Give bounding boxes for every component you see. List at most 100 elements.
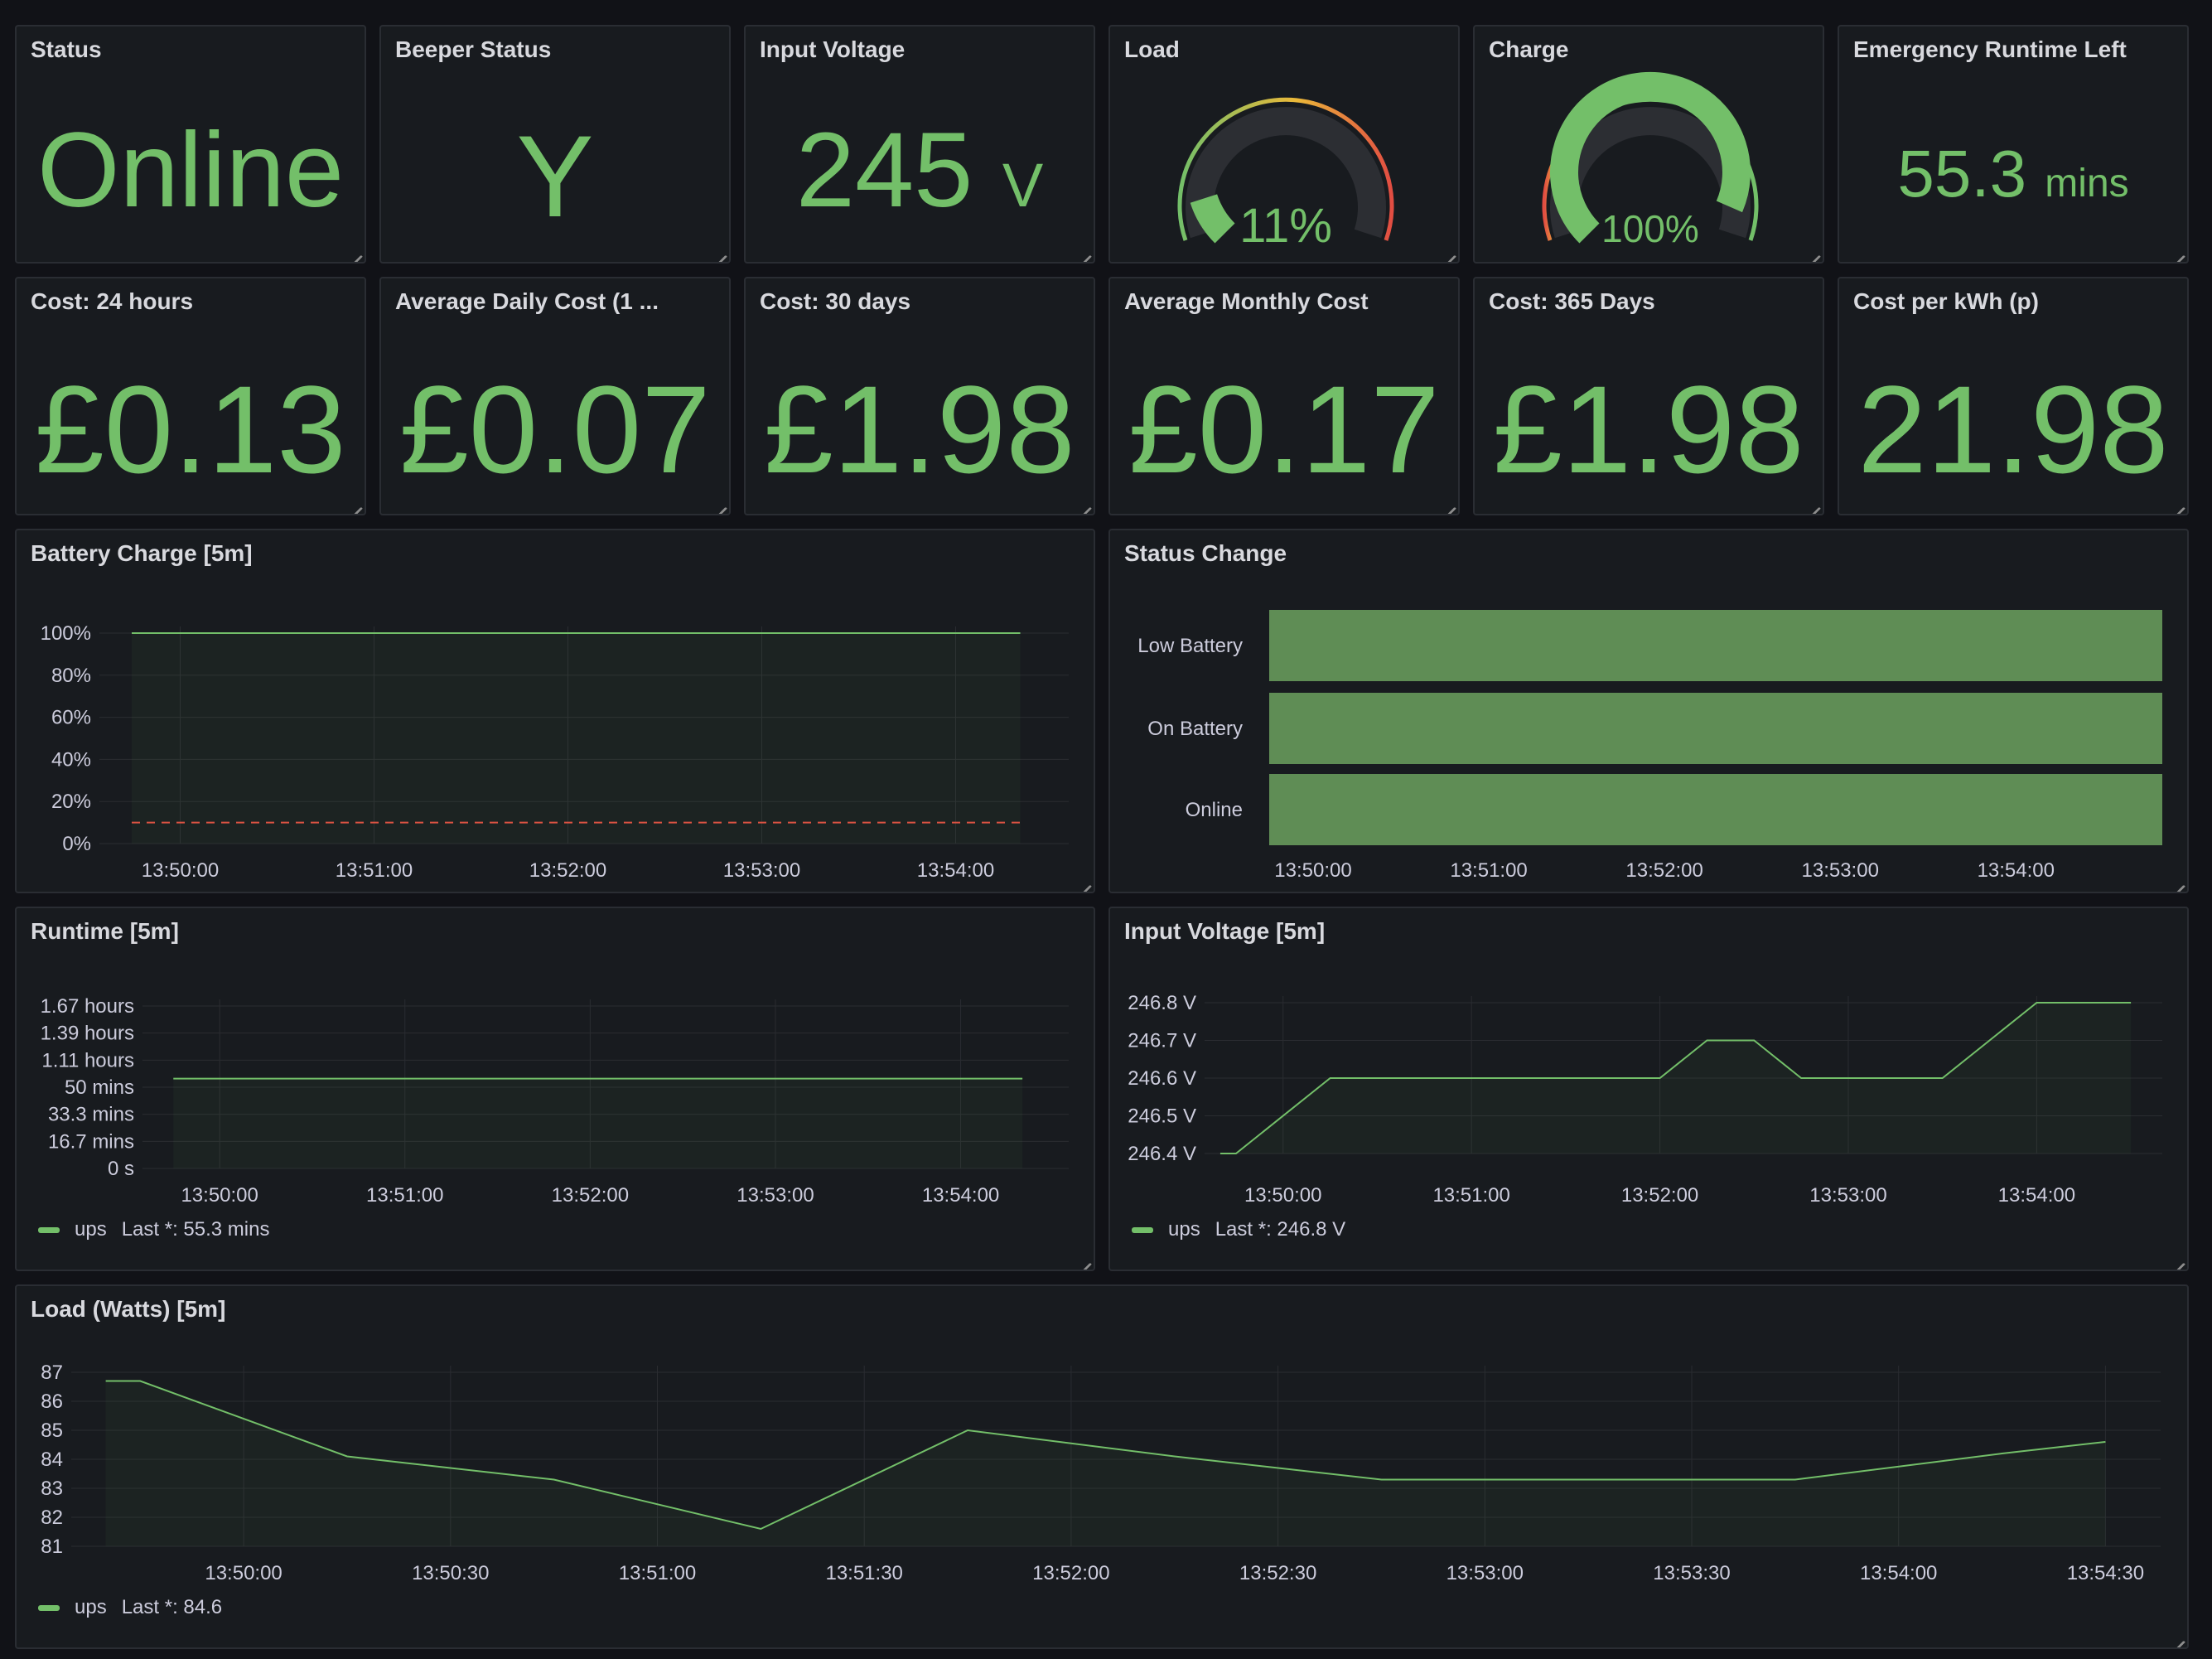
cost-24h-value: £0.13 [35, 360, 346, 499]
y-tick-label: 84 [41, 1449, 63, 1471]
y-tick-label: 83 [41, 1478, 63, 1500]
state-bar [1269, 693, 2162, 764]
input-voltage-chart-panel[interactable]: Input Voltage [5m] 246.8 V 246.7 V 246.6 V… [1108, 907, 2189, 1271]
x-tick-label: 13:50:30 [412, 1562, 489, 1584]
cost-365d-panel[interactable]: Cost: 365 Days £1.98 [1473, 277, 1824, 515]
resize-handle-icon[interactable] [2171, 245, 2184, 259]
avg-monthly-cost-panel[interactable]: Average Monthly Cost £0.17 [1108, 277, 1460, 515]
resize-handle-icon[interactable] [348, 497, 361, 510]
resize-handle-icon[interactable] [712, 245, 726, 259]
runtime-legend[interactable]: ups Last *: 55.3 mins [38, 1218, 269, 1241]
cost-per-kwh-value: 21.98 [1857, 360, 2169, 499]
resize-handle-icon[interactable] [2171, 497, 2184, 510]
legend-swatch [1132, 1226, 1153, 1233]
y-tick-label: 20% [51, 791, 91, 813]
y-tick-label: 1.11 hours [41, 1049, 134, 1071]
load-gauge-panel[interactable]: Load 11% [1108, 25, 1460, 264]
avg-monthly-cost-value: £0.17 [1128, 360, 1440, 499]
resize-handle-icon[interactable] [1077, 1253, 1090, 1266]
x-tick-label: 13:53:30 [1653, 1562, 1730, 1584]
x-tick-label: 13:54:00 [922, 1184, 999, 1207]
resize-handle-icon[interactable] [348, 245, 361, 259]
panel-title: Average Monthly Cost [1124, 288, 1369, 314]
panel-title: Cost per kWh (p) [1853, 288, 2039, 314]
charge-gauge-panel[interactable]: Charge 100% [1473, 25, 1824, 264]
x-tick-label: 13:50:00 [181, 1184, 258, 1207]
resize-handle-icon[interactable] [2171, 1631, 2184, 1644]
battery-charge-chart: 100% 80% 60% 40% 20% 0% 13:50:00 13:51:00 13:52:… [41, 622, 1069, 882]
load-gauge: 11% [1177, 97, 1394, 253]
y-tick-label: 246.8 V [1128, 992, 1196, 1014]
y-tick-label: 16.7 mins [48, 1130, 134, 1153]
resize-handle-icon[interactable] [1077, 245, 1090, 259]
x-tick-label: 13:50:00 [1274, 859, 1351, 882]
x-tick-label: 13:51:30 [825, 1562, 902, 1584]
input-voltage-stat: 245 V [746, 109, 1094, 231]
x-tick-label: 13:53:00 [1809, 1184, 1886, 1207]
load-gauge-fill [1190, 193, 1235, 244]
panel-title: Status [31, 36, 102, 62]
x-tick-label: 13:53:00 [723, 859, 800, 882]
resize-handle-icon[interactable] [2171, 1253, 2184, 1266]
status-panel[interactable]: Status Online [15, 25, 366, 264]
cost-30d-value: £1.98 [764, 360, 1075, 499]
panel-title: Cost: 365 Days [1489, 288, 1655, 314]
runtime-panel[interactable]: Runtime [5m] 1.67 hours 1.39 hours 1.11 ho… [15, 907, 1095, 1271]
x-tick-label: 13:51:00 [619, 1562, 696, 1584]
battery-charge-panel[interactable]: Battery Charge [5m] 100% 80% 60% 40% 20% 0% 13… [15, 529, 1095, 893]
y-tick-label: 1.39 hours [41, 1023, 134, 1045]
resize-handle-icon[interactable] [1442, 245, 1455, 259]
x-tick-label: 13:51:00 [1450, 859, 1527, 882]
beeper-status-panel[interactable]: Beeper Status Y [379, 25, 731, 264]
resize-handle-icon[interactable] [1442, 497, 1455, 510]
series-area [173, 1078, 1023, 1168]
legend-series-name: ups [1168, 1218, 1200, 1241]
runtime-left-unit: mins [2045, 162, 2129, 206]
legend-last-value: Last *: 246.8 V [1215, 1218, 1346, 1241]
legend-last-value: Last *: 55.3 mins [121, 1218, 270, 1241]
y-tick-label: 86 [41, 1391, 63, 1413]
x-tick-label: 13:52:00 [1625, 859, 1702, 882]
voltage-legend[interactable]: ups Last *: 246.8 V [1132, 1218, 1345, 1241]
y-tick-label: 1.67 hours [41, 995, 134, 1018]
x-tick-label: 13:51:00 [336, 859, 413, 882]
load-watts-panel[interactable]: Load (Watts) [5m] 87 86 85 84 83 82 81 13:50:00… [15, 1284, 2189, 1649]
x-tick-label: 13:50:00 [1244, 1184, 1321, 1207]
resize-handle-icon[interactable] [2171, 875, 2184, 888]
runtime-chart: 1.67 hours 1.39 hours 1.11 hours 50 mins 33.… [41, 995, 1069, 1207]
input-voltage-panel[interactable]: Input Voltage 245 V [744, 25, 1095, 264]
state-row-label: Low Battery [1137, 635, 1243, 657]
resize-handle-icon[interactable] [1806, 497, 1819, 510]
panel-title: Cost: 24 hours [31, 288, 194, 314]
panel-title: Emergency Runtime Left [1853, 36, 2127, 62]
x-tick-label: 13:54:00 [917, 859, 994, 882]
y-tick-label: 246.7 V [1128, 1030, 1196, 1052]
panel-title: Input Voltage [760, 36, 906, 62]
resize-handle-icon[interactable] [1806, 245, 1819, 259]
legend-swatch [38, 1604, 60, 1611]
runtime-left-panel[interactable]: Emergency Runtime Left 55.3 mins [1838, 25, 2189, 264]
cost-per-kwh-panel[interactable]: Cost per kWh (p) 21.98 [1838, 277, 2189, 515]
input-voltage-unit: V [1002, 151, 1044, 220]
resize-handle-icon[interactable] [712, 497, 726, 510]
x-tick-label: 13:52:30 [1239, 1562, 1316, 1584]
load-legend[interactable]: ups Last *: 84.6 [38, 1596, 222, 1619]
avg-daily-cost-panel[interactable]: Average Daily Cost (1 ... £0.07 [379, 277, 731, 515]
series-area [132, 633, 1021, 844]
x-tick-label: 13:54:00 [1998, 1184, 2075, 1207]
y-tick-label: 0 s [108, 1158, 134, 1180]
status-change-chart: Low Battery On Battery Online 13:50:00 13:51… [1137, 610, 2162, 882]
panel-title: Average Daily Cost (1 ... [395, 288, 659, 314]
legend-series-name: ups [75, 1218, 107, 1241]
x-tick-label: 13:51:00 [1432, 1184, 1509, 1207]
x-tick-label: 13:52:00 [529, 859, 606, 882]
resize-handle-icon[interactable] [1077, 875, 1090, 888]
beeper-status-value: Y [516, 111, 594, 241]
status-change-panel[interactable]: Status Change Low Battery On Battery Onlin… [1108, 529, 2189, 893]
y-tick-label: 60% [51, 707, 91, 729]
charge-gauge: 100% [1542, 71, 1759, 250]
cost-24h-panel[interactable]: Cost: 24 hours £0.13 [15, 277, 366, 515]
resize-handle-icon[interactable] [1077, 497, 1090, 510]
cost-30d-panel[interactable]: Cost: 30 days £1.98 [744, 277, 1095, 515]
legend-last-value: Last *: 84.6 [121, 1596, 223, 1618]
